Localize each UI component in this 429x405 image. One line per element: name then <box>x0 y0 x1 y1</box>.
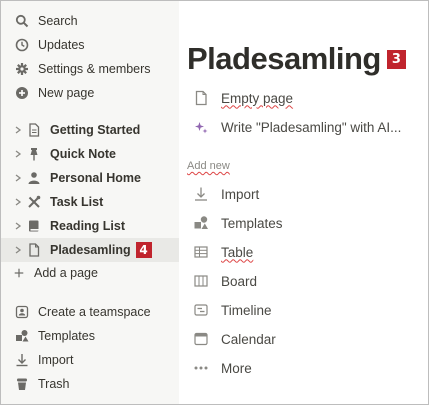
add-new-import[interactable]: Import <box>193 186 259 202</box>
tools-icon <box>27 195 41 209</box>
add-page-button[interactable]: Add a page <box>1 261 179 285</box>
add-new-calendar[interactable]: Calendar <box>193 331 276 347</box>
sidebar-page-pladesamling[interactable]: Pladesamling 4 <box>1 238 179 262</box>
sidebar-item-label: Import <box>38 353 74 367</box>
sidebar-item-trash[interactable]: Trash <box>1 372 179 396</box>
page-title[interactable]: Pladesamling <box>187 41 381 77</box>
sidebar-page-label: Reading List <box>50 219 126 233</box>
add-new-label: More <box>221 360 252 376</box>
document-icon <box>193 90 209 106</box>
sidebar-item-updates[interactable]: Updates <box>1 33 179 57</box>
gear-icon <box>15 62 29 76</box>
board-icon <box>193 273 209 289</box>
more-dots-icon <box>193 360 209 376</box>
chevron-right-icon[interactable] <box>13 197 23 207</box>
trash-icon <box>15 377 29 391</box>
add-new-label: Import <box>221 186 260 202</box>
callout-badge: 4 <box>135 242 152 258</box>
add-page-label: Add a page <box>34 266 98 280</box>
document-icon <box>27 243 41 257</box>
sparkle-icon <box>193 119 209 135</box>
sidebar-item-label: Trash <box>38 377 70 391</box>
person-icon <box>27 171 41 185</box>
sidebar-item-label: Settings & members <box>38 62 151 76</box>
plus-icon <box>13 266 25 280</box>
download-icon <box>15 353 29 367</box>
chevron-right-icon[interactable] <box>13 221 23 231</box>
download-icon <box>193 186 209 202</box>
add-new-templates[interactable]: Templates <box>193 215 283 231</box>
sidebar-page-personal-home[interactable]: Personal Home <box>1 166 179 190</box>
shapes-icon <box>15 329 29 343</box>
search-icon <box>15 14 29 28</box>
sidebar-page-label: Quick Note <box>50 147 116 161</box>
add-new-heading: Add new <box>187 160 230 172</box>
add-new-label: Board <box>221 273 258 289</box>
sidebar-item-create-teamspace[interactable]: Create a teamspace <box>1 300 179 324</box>
add-new-label: Timeline <box>221 302 272 318</box>
sidebar-page-reading-list[interactable]: Reading List <box>1 214 179 238</box>
add-new-label: Table <box>221 244 254 260</box>
add-new-board[interactable]: Board <box>193 273 257 289</box>
sidebar-page-task-list[interactable]: Task List <box>1 190 179 214</box>
sidebar-item-label: Create a teamspace <box>38 305 151 319</box>
chevron-right-icon[interactable] <box>13 245 23 255</box>
shapes-icon <box>193 215 209 231</box>
add-new-more[interactable]: More <box>193 360 252 376</box>
add-new-label: Calendar <box>221 331 276 347</box>
sidebar-item-label: Templates <box>38 329 95 343</box>
option-label: Write "Pladesamling" with AI... <box>221 119 402 135</box>
clock-icon <box>15 38 29 52</box>
empty-page-option[interactable]: Empty page <box>193 90 293 106</box>
write-with-ai-option[interactable]: Write "Pladesamling" with AI... <box>193 119 401 135</box>
sidebar: Search Updates Settings & members New pa… <box>1 1 179 404</box>
callout-badge: 3 <box>386 49 406 69</box>
table-icon <box>193 244 209 260</box>
calendar-icon <box>193 331 209 347</box>
sidebar-item-new-page[interactable]: New page <box>1 81 179 105</box>
sidebar-item-label: Updates <box>38 38 85 52</box>
sidebar-page-quick-note[interactable]: Quick Note <box>1 142 179 166</box>
sidebar-page-label: Getting Started <box>50 123 141 137</box>
teamspace-icon <box>15 305 29 319</box>
add-new-timeline[interactable]: Timeline <box>193 302 272 318</box>
main-content: Pladesamling 3 Empty page Write "Pladesa… <box>179 1 428 404</box>
add-new-label: Templates <box>221 215 283 231</box>
page-title-row: Pladesamling 3 <box>187 41 406 77</box>
sidebar-page-label: Task List <box>50 195 104 209</box>
timeline-icon <box>193 302 209 318</box>
add-new-table[interactable]: Table <box>193 244 253 260</box>
sidebar-item-templates[interactable]: Templates <box>1 324 179 348</box>
chevron-right-icon[interactable] <box>13 149 23 159</box>
sidebar-page-label: Pladesamling <box>50 243 131 257</box>
sidebar-page-label: Personal Home <box>50 171 142 185</box>
chevron-right-icon[interactable] <box>13 125 23 135</box>
sidebar-item-label: New page <box>38 86 95 100</box>
book-icon <box>27 219 41 233</box>
sidebar-item-settings[interactable]: Settings & members <box>1 57 179 81</box>
sidebar-item-import[interactable]: Import <box>1 348 179 372</box>
option-label: Empty page <box>221 90 294 106</box>
sidebar-item-label: Search <box>38 14 78 28</box>
document-icon <box>27 123 41 137</box>
pushpin-icon <box>27 147 41 161</box>
plus-circle-icon <box>15 86 29 100</box>
chevron-right-icon[interactable] <box>13 173 23 183</box>
sidebar-item-search[interactable]: Search <box>1 9 179 33</box>
sidebar-page-getting-started[interactable]: Getting Started <box>1 118 179 142</box>
